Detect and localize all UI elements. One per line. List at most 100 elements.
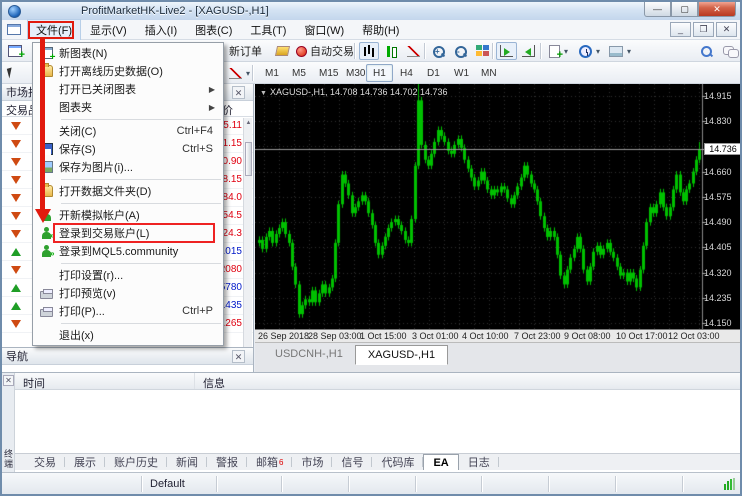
menu-文件(F)[interactable]: 文件(F) — [27, 19, 81, 41]
cursor-tool-button[interactable] — [4, 64, 17, 82]
file-menu-item-保存为图片(i)...[interactable]: 保存为图片(i)... — [33, 158, 223, 176]
menu-帮助(H)[interactable]: 帮助(H) — [353, 19, 408, 41]
market-watch-close-icon[interactable]: ✕ — [232, 86, 245, 99]
chart-tab-USDCNH-,H1[interactable]: USDCNH-,H1 — [263, 345, 355, 363]
close-button[interactable]: ✕ — [698, 2, 736, 17]
message-column-header[interactable]: 信息 — [195, 373, 233, 389]
timeframe-D1-button[interactable]: D1 — [420, 64, 447, 82]
price-down-arrow-icon — [11, 176, 21, 184]
zoom-out-button[interactable]: - — [450, 42, 471, 60]
new-chart-button[interactable] — [4, 42, 26, 60]
auto-scroll-button[interactable] — [496, 42, 517, 60]
file-menu-item-保存(S)[interactable]: 保存(S)Ctrl+S — [33, 140, 223, 158]
menu-插入(I)[interactable]: 插入(I) — [136, 19, 186, 41]
status-profile-cell[interactable]: Default — [142, 476, 217, 492]
app-logo-icon — [8, 5, 21, 18]
file-menu-item-关闭(C)[interactable]: 关闭(C)Ctrl+F4 — [33, 122, 223, 140]
line-chart-button[interactable] — [403, 42, 424, 60]
timeframe-M1-button[interactable]: M1 — [258, 64, 286, 82]
status-cell — [2, 476, 142, 492]
time-column-header[interactable]: 时间 — [15, 373, 195, 389]
menu-item-label: 保存为图片(i)... — [59, 159, 223, 175]
terminal-tab-代码库[interactable]: 代码库 — [372, 454, 423, 470]
periods-button[interactable]: ▾ — [575, 42, 604, 60]
objects-dropdown-button[interactable]: ▾ — [225, 64, 254, 82]
file-menu-item-登录到交易账户(L)[interactable]: »登录到交易账户(L) — [33, 224, 223, 242]
menu-item-label: 新图表(N) — [59, 45, 223, 61]
price-down-arrow-icon — [11, 158, 21, 166]
terminal-tab-展示[interactable]: 展示 — [65, 454, 105, 470]
bid-price: 5.11 — [223, 120, 242, 131]
search-button[interactable] — [696, 42, 717, 60]
indicators-button[interactable]: ▾ — [545, 42, 572, 60]
cursor-icon — [7, 68, 14, 79]
terminal-tab-市场[interactable]: 市场 — [292, 454, 332, 470]
timeframe-H1-button[interactable]: H1 — [366, 64, 393, 82]
maximize-button[interactable]: ▢ — [671, 2, 698, 17]
scroll-up-icon[interactable]: ▲ — [244, 118, 253, 128]
chart-menu-triangle-icon[interactable]: ▼ — [260, 90, 267, 97]
menu-item-shortcut: Ctrl+F4 — [177, 125, 223, 137]
chart-window-icon[interactable] — [7, 24, 21, 35]
file-menu-item-打印预览(v)[interactable]: 打印预览(v) — [33, 284, 223, 302]
chart-shift-button[interactable] — [518, 42, 539, 60]
child-minimize-button[interactable]: _ — [670, 22, 691, 37]
file-menu-item-打印(P)...[interactable]: 打印(P)...Ctrl+P — [33, 302, 223, 320]
time-axis[interactable]: 26 Sep 201828 Sep 03:001 Oct 15:003 Oct … — [255, 329, 742, 342]
file-menu-item-图表夹[interactable]: 图表夹▶ — [33, 98, 223, 116]
new-order-button[interactable]: 新订单 — [225, 42, 266, 60]
file-menu-item-打印设置(r)...[interactable]: 打印设置(r)... — [33, 266, 223, 284]
file-menu-item-退出(x)[interactable]: 退出(x) — [33, 326, 223, 344]
file-menu-item-开新模拟帐户(A)[interactable]: 开新模拟帐户(A) — [33, 206, 223, 224]
terminal-tab-日志[interactable]: 日志 — [459, 454, 499, 470]
candlestick-chart[interactable] — [255, 84, 742, 329]
autotrading-button[interactable]: 自动交易 — [292, 42, 358, 60]
menu-item-label: 登录到MQL5.community — [59, 243, 223, 259]
timeframe-M5-button[interactable]: M5 — [285, 64, 313, 82]
chart-tab-XAGUSD-,H1[interactable]: XAGUSD-,H1 — [355, 345, 448, 365]
menu-图表(C)[interactable]: 图表(C) — [186, 19, 241, 41]
file-menu-item-新图表(N)[interactable]: 新图表(N) — [33, 44, 223, 62]
file-menu-item-打开已关闭图表[interactable]: 打开已关闭图表▶ — [33, 80, 223, 98]
terminal-tab-警报[interactable]: 警报 — [207, 454, 247, 470]
file-menu-item-打开数据文件夹(D)[interactable]: 打开数据文件夹(D) — [33, 182, 223, 200]
price-down-arrow-icon — [11, 230, 21, 238]
tile-windows-button[interactable] — [472, 42, 493, 60]
menu-显示(V)[interactable]: 显示(V) — [81, 19, 136, 41]
scrollbar-thumb[interactable] — [245, 142, 252, 176]
terminal-tab-新闻[interactable]: 新闻 — [167, 454, 207, 470]
file-menu-item-登录到MQL5.community[interactable]: »登录到MQL5.community — [33, 242, 223, 260]
menu-工具(T)[interactable]: 工具(T) — [241, 19, 295, 41]
timeframe-H4-button[interactable]: H4 — [393, 64, 420, 82]
time-tick-label: 12 Oct 03:00 — [668, 331, 720, 341]
status-cell — [282, 476, 349, 492]
menu-窗口(W)[interactable]: 窗口(W) — [295, 19, 353, 41]
child-close-button[interactable]: ✕ — [716, 22, 737, 37]
candlestick-button[interactable] — [381, 42, 401, 60]
terminal-tab-账户历史[interactable]: 账户历史 — [105, 454, 167, 470]
zoom-in-button[interactable]: + — [428, 42, 449, 60]
menu-item-label: 打开数据文件夹(D) — [59, 183, 223, 199]
templates-button[interactable]: ▾ — [605, 42, 635, 60]
minimize-button[interactable]: — — [644, 2, 671, 17]
child-restore-button[interactable]: ❐ — [693, 22, 714, 37]
dropdown-arrow-icon: ▾ — [246, 69, 250, 78]
terminal-tab-信号[interactable]: 信号 — [332, 454, 372, 470]
market-tag-button[interactable] — [272, 42, 293, 60]
navigator-close-icon[interactable]: ✕ — [232, 350, 245, 363]
price-down-arrow-icon — [11, 194, 21, 202]
terminal-tab-EA[interactable]: EA — [423, 454, 458, 470]
time-tick-label: 28 Sep 03:00 — [308, 331, 362, 341]
file-menu-item-打开离线历史数据(O)[interactable]: 打开离线历史数据(O) — [33, 62, 223, 80]
timeframe-MN-button[interactable]: MN — [474, 64, 504, 82]
market-watch-scrollbar[interactable]: ▲ ▼ — [243, 118, 252, 368]
terminal-tab-交易[interactable]: 交易 — [25, 454, 65, 470]
timeframe-W1-button[interactable]: W1 — [447, 64, 476, 82]
terminal-close-icon[interactable]: ✕ — [3, 375, 14, 386]
chart-window[interactable]: ▼XAGUSD-,H1, 14.708 14.736 14.702 14.736… — [255, 84, 742, 372]
terminal-tab-邮箱[interactable]: 邮箱6 — [247, 454, 292, 470]
terminal-vertical-label[interactable]: 终端 — [2, 449, 15, 469]
chat-button[interactable] — [719, 42, 742, 60]
bar-chart-button[interactable] — [359, 42, 379, 60]
submenu-arrow-icon: ▶ — [209, 85, 223, 94]
